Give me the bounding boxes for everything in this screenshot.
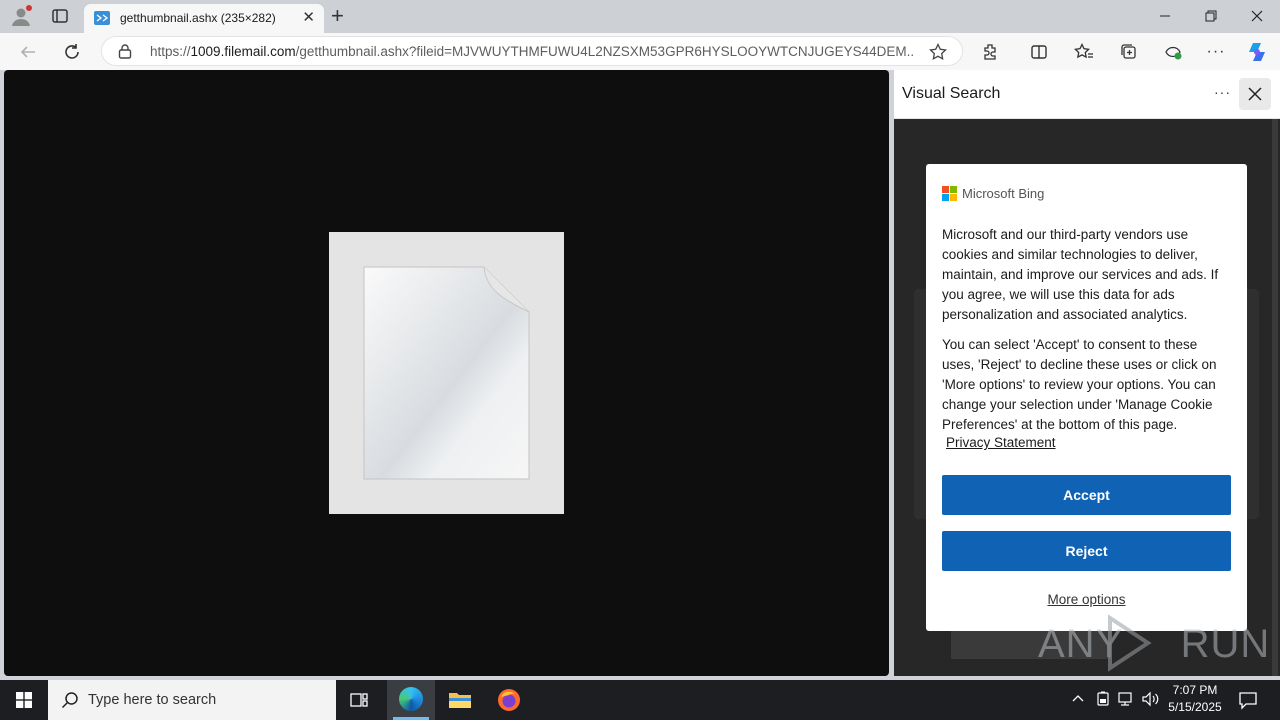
privacy-statement-link[interactable]: Privacy Statement (946, 435, 1056, 450)
collections-icon[interactable] (1117, 40, 1141, 64)
tab-getthumbnail[interactable]: getthumbnail.ashx (235×282) ✕ (84, 4, 324, 33)
scrollbar[interactable] (1272, 119, 1278, 676)
pane-more-icon[interactable]: ··· (1214, 84, 1231, 100)
edge-taskbar-button[interactable] (387, 680, 435, 720)
blank-document-icon (363, 266, 530, 480)
volume-icon[interactable] (1142, 691, 1160, 710)
start-button[interactable] (0, 680, 48, 720)
search-placeholder: Type here to search (88, 692, 217, 708)
favicon-icon (94, 11, 110, 28)
tray-chevron-icon[interactable] (1071, 692, 1085, 709)
cookie-consent-dialog: Microsoft Bing Microsoft and our third-p… (926, 164, 1247, 631)
consent-paragraph-1: Microsoft and our third-party vendors us… (942, 227, 1219, 322)
notification-icon[interactable] (1238, 690, 1258, 713)
new-tab-icon[interactable]: + (331, 5, 351, 27)
browser-essentials-icon[interactable] (1161, 40, 1185, 64)
network-icon[interactable] (1118, 691, 1136, 710)
favorite-star-icon[interactable] (929, 42, 947, 64)
back-icon[interactable] (16, 40, 40, 64)
battery-icon[interactable] (1095, 691, 1111, 710)
url-text: https://1009.filemail.com/getthumbnail.a… (150, 44, 915, 59)
consent-paragraph-2: You can select 'Accept' to consent to th… (942, 337, 1217, 432)
minimize-icon[interactable] (1142, 0, 1188, 32)
settings-more-icon[interactable]: ··· (1204, 40, 1228, 64)
taskbar-search[interactable]: Type here to search (48, 680, 336, 720)
edge-icon (399, 687, 423, 711)
close-tab-icon[interactable]: ✕ (302, 8, 315, 26)
firefox-icon[interactable] (497, 688, 521, 715)
reject-button[interactable]: Reject (942, 531, 1231, 571)
close-window-icon[interactable] (1234, 0, 1280, 32)
clock-date: 5/15/2025 (1168, 700, 1222, 714)
thumbnail-image[interactable] (329, 232, 564, 514)
restore-icon[interactable] (1188, 0, 1234, 32)
more-options-link[interactable]: More options (926, 592, 1247, 607)
split-screen-icon[interactable] (1027, 40, 1051, 64)
url-prefix: https:// (150, 44, 191, 59)
clock-time: 7:07 PM (1172, 683, 1218, 697)
brand-name: Microsoft Bing (962, 186, 1045, 201)
task-view-icon[interactable] (349, 690, 369, 713)
pane-close-button[interactable] (1239, 78, 1271, 110)
file-explorer-icon[interactable] (448, 690, 472, 713)
pane-title: Visual Search (902, 85, 1001, 102)
refresh-icon[interactable] (60, 40, 84, 64)
extensions-icon[interactable] (979, 40, 1003, 64)
watermark-text: ANY RUN (1038, 622, 1271, 666)
lock-icon[interactable] (118, 43, 132, 62)
anyrun-watermark: ANY RUN (1038, 612, 1271, 672)
search-icon (61, 691, 79, 712)
tab-actions-icon[interactable] (51, 7, 69, 25)
clock[interactable]: 7:07 PM 5/15/2025 (1160, 683, 1230, 714)
address-bar[interactable]: https://1009.filemail.com/getthumbnail.a… (101, 36, 963, 66)
accept-button[interactable]: Accept (942, 475, 1231, 515)
microsoft-logo-icon (942, 186, 957, 201)
windows-logo-icon (16, 692, 32, 708)
url-path: /getthumbnail.ashx?fileid=MJVWUYTHMFUWU4… (295, 44, 915, 59)
close-icon (1248, 87, 1262, 101)
url-host: 1009.filemail.com (190, 44, 296, 59)
copilot-icon[interactable] (1245, 40, 1269, 64)
profile-icon[interactable] (10, 5, 32, 27)
favorites-icon[interactable] (1072, 40, 1096, 64)
tab-title: getthumbnail.ashx (235×282) (120, 11, 276, 25)
